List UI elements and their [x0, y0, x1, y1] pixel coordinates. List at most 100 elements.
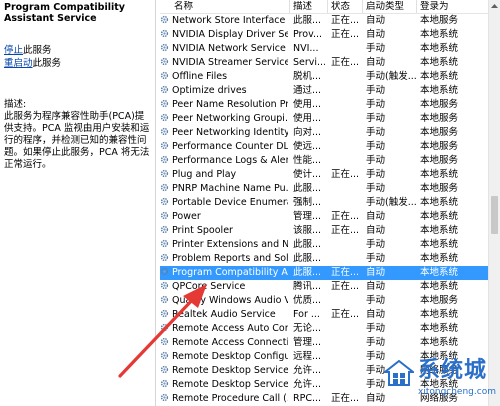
- service-name-cell: Optimize drives: [160, 84, 288, 98]
- service-row[interactable]: Performance Logs & Aler... 性能... 手动 本地服务: [160, 154, 488, 168]
- service-name-cell: Remote Desktop Service...: [160, 378, 288, 392]
- service-status: [331, 294, 359, 308]
- service-name-cell: QPCore Service: [160, 280, 288, 294]
- service-row[interactable]: Network Store Interface ... 此服... 正在... 自动 本…: [160, 14, 488, 28]
- service-row[interactable]: PNRP Machine Name Pu... 此服... 手动 本地服务: [160, 182, 488, 196]
- service-name-cell: NVIDIA Streamer Service: [160, 56, 288, 70]
- vertical-scrollbar[interactable]: [488, 0, 500, 406]
- service-row[interactable]: Performance Counter DL... 使远... 手动 本地服务: [160, 140, 488, 154]
- column-divider[interactable]: [416, 0, 417, 13]
- watermark-brand: 系统城: [418, 358, 488, 383]
- service-row[interactable]: NVIDIA Streamer Service Servi... 正在... 自动 本地…: [160, 56, 488, 70]
- service-row[interactable]: Power 管理... 正在... 自动 本地系统: [160, 210, 488, 224]
- stop-service-action: 停止此服务: [4, 45, 151, 56]
- service-row[interactable]: Optimize drives 通过... 手动 本地系统: [160, 84, 488, 98]
- gear-icon: [160, 239, 172, 250]
- service-logon-as: 本地服务: [420, 127, 459, 138]
- service-description: NVI...: [293, 43, 319, 54]
- service-logon-as: 本地服务: [420, 141, 459, 152]
- restart-service-suffix: 此服务: [32, 58, 62, 69]
- service-status: [331, 322, 359, 336]
- service-row[interactable]: Problem Reports and Sol... 此服... 手动 本地系统: [160, 252, 488, 266]
- service-row[interactable]: Portable Device Enumera... 强制... 手动(触发...本…: [160, 196, 488, 210]
- service-row[interactable]: Peer Networking Identity... 向对... 手动 本地服务: [160, 126, 488, 140]
- service-description: 使用...: [293, 99, 322, 110]
- service-name-cell: Performance Counter DL...: [160, 140, 288, 154]
- service-row[interactable]: Printer Extensions and N... 此服... 手动 本地系统: [160, 238, 488, 252]
- service-name-cell: Remote Procedure Call (...: [160, 392, 288, 406]
- service-description: 使用...: [293, 113, 322, 124]
- service-startup-type: 手动: [366, 141, 386, 152]
- gear-icon: [160, 169, 172, 180]
- service-description: 允许...: [293, 379, 322, 390]
- gear-icon: [160, 57, 172, 68]
- service-row[interactable]: Peer Networking Groupi... 使用... 手动 本地服务: [160, 112, 488, 126]
- service-name-cell: Offline Files: [160, 70, 288, 84]
- gear-icon: [160, 127, 172, 138]
- service-logon-as: 本地系统: [420, 57, 459, 68]
- service-startup-type: 手动: [366, 43, 386, 54]
- gear-icon: [160, 253, 172, 264]
- service-name: Power: [172, 211, 201, 222]
- stop-service-link[interactable]: 停止: [4, 45, 23, 56]
- gear-icon: [160, 141, 172, 152]
- column-header-status[interactable]: 状态: [331, 1, 363, 13]
- service-logon-as: 本地系统: [420, 43, 459, 54]
- service-row[interactable]: NVIDIA Display Driver Se... Prov... 正在... 自…: [160, 28, 488, 42]
- service-name: Remote Access Auto Con...: [172, 323, 288, 334]
- column-divider[interactable]: [362, 0, 363, 13]
- service-name: Performance Counter DL...: [172, 141, 288, 152]
- service-description: RPC...: [293, 393, 322, 404]
- restart-service-action: 重启动此服务: [4, 58, 151, 69]
- service-description: 优质...: [293, 295, 322, 306]
- scroll-up-arrow-icon[interactable]: [489, 0, 500, 12]
- service-status: 正在...: [331, 57, 359, 68]
- column-divider[interactable]: [289, 0, 290, 13]
- gear-icon: [160, 267, 172, 278]
- service-name: Peer Networking Groupi...: [172, 113, 288, 124]
- service-name: Remote Desktop Services: [172, 365, 288, 376]
- service-description: 管理...: [293, 211, 322, 222]
- service-row[interactable]: Realtek Audio Service For ... 正在... 自动 本地系统: [160, 308, 488, 322]
- column-header-logon-as[interactable]: 登录为: [420, 1, 480, 13]
- service-row[interactable]: Remote Access Connecti... 管理... 手动 本地系统: [160, 336, 488, 350]
- service-name: PNRP Machine Name Pu...: [172, 183, 288, 194]
- service-logon-as: 本地服务: [420, 113, 459, 124]
- service-name-cell: Power: [160, 210, 288, 224]
- service-description: 此服...: [293, 183, 322, 194]
- service-description: For ...: [293, 309, 320, 320]
- column-header-name[interactable]: 名称: [174, 1, 284, 13]
- service-logon-as: 本地系统: [420, 267, 459, 278]
- service-row[interactable]: Plug and Play 使计... 正在... 手动 本地系统: [160, 168, 488, 182]
- column-header-startup-type[interactable]: 启动类型: [366, 1, 416, 13]
- service-name: Optimize drives: [172, 85, 247, 96]
- service-startup-type: 手动: [366, 323, 386, 334]
- column-divider[interactable]: [327, 0, 328, 13]
- service-logon-as: 本地系统: [420, 169, 459, 180]
- service-row[interactable]: Remote Access Auto Con... 无论... 手动 本地系统: [160, 322, 488, 336]
- service-name: Printer Extensions and N...: [172, 239, 288, 250]
- service-status: [331, 98, 359, 112]
- service-description: 管理...: [293, 337, 322, 348]
- service-row[interactable]: NVIDIA Network Service NVI... 手动 本地系统: [160, 42, 488, 56]
- gear-icon: [160, 85, 172, 96]
- service-row[interactable]: Peer Name Resolution Pr... 使用... 手动 本地服务: [160, 98, 488, 112]
- gear-icon: [160, 351, 172, 362]
- service-name-cell: Peer Name Resolution Pr...: [160, 98, 288, 112]
- service-name-cell: Print Spooler: [160, 224, 288, 238]
- service-logon-as: 本地系统: [420, 225, 459, 236]
- service-row[interactable]: Offline Files 脱机... 手动(触发... 本地系统: [160, 70, 488, 84]
- restart-service-link[interactable]: 重启动: [4, 58, 33, 69]
- service-row[interactable]: Program Compatibility A... 此服... 正在... 自动 本地…: [160, 266, 488, 280]
- column-header-description[interactable]: 描述: [293, 1, 327, 13]
- scrollbar-thumb[interactable]: [491, 196, 498, 234]
- service-status: [331, 70, 359, 84]
- service-row[interactable]: QPCore Service 腾讯... 正在... 自动 本地系统: [160, 280, 488, 294]
- service-startup-type: 自动: [366, 15, 386, 26]
- service-name: Realtek Audio Service: [172, 309, 276, 320]
- service-startup-type: 手动: [366, 113, 386, 124]
- service-row[interactable]: Quality Windows Audio V... 优质... 手动 本地服务: [160, 294, 488, 308]
- gear-icon: [160, 71, 172, 82]
- service-row[interactable]: Print Spooler 该服... 正在... 自动 本地系统: [160, 224, 488, 238]
- service-logon-as: 本地系统: [420, 211, 459, 222]
